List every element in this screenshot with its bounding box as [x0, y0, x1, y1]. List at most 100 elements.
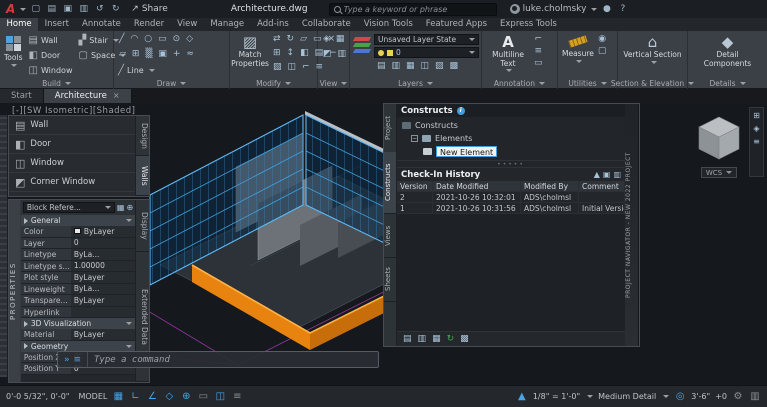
pn-tab-constructs[interactable]: Constructs — [384, 152, 397, 214]
lineweight-icon[interactable]: ▭ — [197, 390, 209, 404]
project-navigator-titlebar[interactable]: PROJECT NAVIGATOR - NEW 2022 PROJECT — [625, 104, 639, 346]
ribbon-tab-insert[interactable]: Insert — [38, 18, 75, 31]
view-tool-icons-row1[interactable]: ◈▦ — [320, 33, 347, 46]
multiline-text-button[interactable]: A Multiline Text — [484, 33, 532, 78]
settings-gear-icon[interactable]: ⚙ — [732, 390, 744, 404]
prop-row-transparency[interactable]: Transpare... ByLayer — [20, 295, 136, 307]
match-properties-button[interactable]: ▨ Match Properties — [231, 33, 269, 78]
cut-plane-height[interactable]: 3'-6" — [691, 392, 710, 401]
customization-icon[interactable]: ▥ — [749, 390, 761, 404]
panel-label-view[interactable]: View — [318, 78, 349, 89]
viewcube[interactable]: WCS — [692, 111, 746, 189]
panel-label-details[interactable]: Details — [688, 78, 767, 89]
annotation-scale-icon[interactable]: ▲ — [516, 390, 528, 404]
rename-edit-box[interactable]: New Element — [436, 146, 498, 157]
display-configuration-button[interactable]: Medium Detail — [598, 392, 656, 401]
layer-tool-icons-row[interactable]: ▤▥▦◫▨▩ — [374, 60, 479, 73]
properties-tab-display[interactable]: Display — [136, 200, 149, 252]
section-general[interactable]: General — [20, 215, 136, 226]
layer-state-dropdown[interactable]: Unsaved Layer State — [374, 34, 479, 45]
panel-label-modify[interactable]: Modify — [230, 78, 317, 89]
palette-tab-walls[interactable]: Walls — [136, 156, 149, 196]
ribbon-tab-annotate[interactable]: Annotate — [76, 18, 128, 31]
prop-row-color[interactable]: Color ByLayer — [20, 226, 136, 238]
new-category-icon[interactable]: ▤ — [403, 334, 412, 344]
new-element-icon[interactable]: ▦ — [432, 334, 441, 344]
polar-tracking-icon[interactable]: ∠ — [146, 390, 158, 404]
panel-label-section-elevation[interactable]: Section & Elevation — [611, 78, 695, 89]
line-button[interactable]: ╱ Line — [116, 63, 227, 78]
prop-row-linetype-scale[interactable]: Linetype s... 1.00000 — [20, 260, 136, 272]
save-icon[interactable]: ▣ — [61, 4, 74, 14]
panel-label-utilities[interactable]: Utilities — [558, 78, 617, 89]
app-menu-caret-icon[interactable] — [20, 7, 27, 11]
panel-label-layers[interactable]: Layers — [350, 78, 481, 89]
pn-tab-project[interactable]: Project — [384, 104, 396, 152]
palette-tool-wall[interactable]: ▤ Wall — [9, 116, 136, 135]
version-icon[interactable]: ▣ — [603, 170, 611, 179]
palette-tool-corner-window[interactable]: ◩ Corner Window — [9, 173, 136, 192]
door-button[interactable]: ◧ Door — [26, 48, 74, 63]
panel-label-build[interactable]: Build — [0, 78, 113, 89]
panel-label-annotation[interactable]: Annotation — [482, 78, 557, 89]
account-menu[interactable]: luke.cholmsky — [509, 4, 598, 14]
history-options-icon[interactable]: ▥ — [613, 170, 621, 179]
pn-tab-sheets[interactable]: Sheets — [384, 258, 397, 302]
draw-tool-icons-row1[interactable]: ╱◠○▭⊙◇ — [116, 33, 227, 46]
prop-row-linetype[interactable]: Linetype ByLa... — [20, 249, 136, 261]
annotation-tool-icons-col[interactable]: ⌐ ≡ ▭ — [534, 33, 543, 78]
prop-row-material[interactable]: Material ByLayer — [20, 329, 136, 341]
search-input[interactable] — [343, 4, 492, 14]
redo-icon[interactable]: ↻ — [109, 4, 122, 14]
grid-toggle-icon[interactable]: ▦ — [112, 390, 124, 404]
prop-row-layer[interactable]: Layer 0 — [20, 237, 136, 249]
object-type-dropdown[interactable]: Block Refere... — [22, 202, 115, 213]
palette-tool-window[interactable]: ◫ Window — [9, 154, 136, 173]
close-tab-icon[interactable]: × — [113, 92, 120, 100]
prop-row-lineweight[interactable]: Lineweight ByLa... — [20, 283, 136, 295]
ribbon-tab-addins[interactable]: Add-ins — [251, 18, 296, 31]
refresh-icon[interactable]: ↻ — [447, 334, 455, 344]
section-geometry[interactable]: Geometry — [20, 340, 136, 352]
open-file-icon[interactable]: ▤ — [45, 4, 58, 14]
palette-tool-door[interactable]: ◧ Door — [9, 135, 136, 154]
help-icon[interactable]: ? — [616, 4, 629, 14]
full-navigation-wheel-icon[interactable]: ⊞ — [753, 111, 760, 120]
prop-row-plot-style[interactable]: Plot style ByLayer — [20, 272, 136, 284]
vertical-section-button[interactable]: ⌂ Vertical Section — [620, 33, 685, 65]
prop-row-hyperlink[interactable]: Hyperlink — [20, 306, 136, 318]
palette-dock-grip[interactable] — [0, 115, 8, 377]
table-row[interactable]: 2 2021-10-26 10:32:01 ADS\cholmsl — [397, 192, 626, 203]
elevation-readout[interactable]: +0 — [715, 392, 727, 401]
command-input[interactable] — [88, 354, 378, 365]
cut-plane-icon[interactable]: ◎ — [674, 390, 686, 404]
table-row[interactable]: 1 2021-10-26 10:31:56 ADS\cholmsl Initia… — [397, 203, 626, 214]
quick-select-icon[interactable]: ⊕ — [126, 203, 133, 212]
osnap-icon[interactable]: ⊕ — [180, 390, 192, 404]
wall-button[interactable]: ▤ Wall — [26, 33, 74, 48]
view-tool-icons-row2[interactable]: ◩▥ — [320, 48, 347, 61]
ribbon-tab-express-tools[interactable]: Express Tools — [494, 18, 564, 31]
pan-icon[interactable]: ◈ — [753, 124, 759, 133]
window-button[interactable]: ◫ Window — [26, 63, 74, 78]
new-construct-icon[interactable]: ▥ — [418, 334, 427, 344]
repath-icon[interactable]: ▩ — [460, 334, 469, 344]
tree-item-constructs[interactable]: Constructs — [397, 119, 625, 132]
ribbon-tab-collaborate[interactable]: Collaborate — [295, 18, 357, 31]
ribbon-tab-manage[interactable]: Manage — [204, 18, 251, 31]
pn-tab-views[interactable]: Views — [384, 214, 397, 258]
tree-item-new-element[interactable]: New Element — [397, 145, 625, 158]
draw-tool-icons-row2[interactable]: ▱⊞▒▣+≈ — [116, 48, 227, 61]
selection-cycling-icon[interactable]: ≡ — [231, 390, 243, 404]
annotation-scale-button[interactable]: 1/8" = 1'-0" — [533, 392, 580, 401]
splitter-grip[interactable]: ••••• — [397, 160, 626, 168]
info-icon[interactable]: i — [456, 106, 465, 115]
tools-button[interactable]: Tools — [2, 33, 24, 78]
toggle-value-icon[interactable]: ▦ — [117, 203, 125, 212]
file-tab-start[interactable]: Start — [0, 89, 44, 103]
search-box[interactable] — [328, 2, 497, 16]
autocad-logo-icon[interactable]: A — [6, 0, 15, 18]
model-space-button[interactable]: MODEL — [78, 392, 107, 401]
ribbon-tab-render[interactable]: Render — [127, 18, 170, 31]
viewcube-icon[interactable] — [692, 111, 746, 165]
